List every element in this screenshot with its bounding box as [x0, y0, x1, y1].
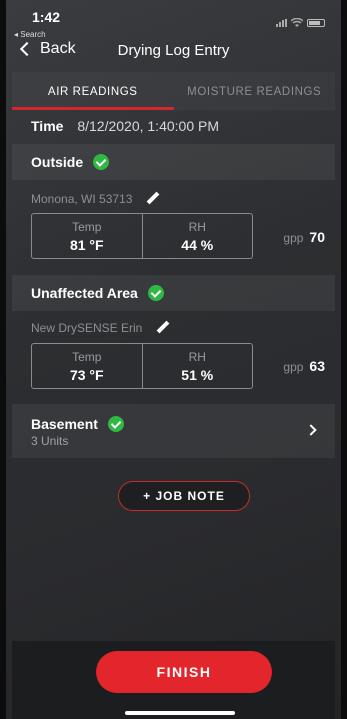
outside-section-header: Outside [12, 144, 335, 180]
pencil-icon[interactable] [146, 192, 160, 206]
outside-temp-cell[interactable]: Temp 81 °F [32, 214, 142, 258]
unaffected-gpp: gpp 63 [283, 358, 325, 374]
gpp-label: gpp [283, 231, 304, 245]
outside-reading-box[interactable]: Temp 81 °F RH 44 % [31, 213, 253, 259]
basement-title-row: Basement [31, 416, 316, 432]
unaffected-device-row: New DrySENSE Erin [31, 321, 170, 335]
unaffected-title: Unaffected Area [31, 285, 138, 301]
tab-air-readings[interactable]: AIR READINGS [12, 72, 174, 110]
tab-moisture-readings[interactable]: MOISTURE READINGS [174, 72, 336, 109]
check-circle-icon [93, 154, 110, 170]
temp-label: Temp [72, 220, 102, 234]
status-time: 1:42 [32, 9, 61, 25]
outside-device-row: Monona, WI 53713 [31, 192, 160, 206]
battery-icon [307, 19, 325, 27]
time-value: 8/12/2020, 1:40:00 PM [77, 118, 219, 134]
time-row: Time 8/12/2020, 1:40:00 PM [31, 118, 219, 134]
unaffected-rh-cell[interactable]: RH 51 % [141, 344, 253, 388]
basement-row[interactable]: Basement 3 Units [12, 404, 335, 458]
nav-bar: Back Drying Log Entry [12, 36, 335, 66]
wifi-icon [291, 18, 303, 27]
rh-label: RH [188, 350, 206, 364]
gpp-value: 63 [309, 358, 325, 374]
finish-button[interactable]: FINISH [96, 651, 272, 693]
status-icons [276, 18, 325, 28]
outside-gpp: gpp 70 [283, 229, 325, 245]
unaffected-device-name: New DrySENSE Erin [31, 321, 143, 335]
footer-bar: FINISH [12, 641, 335, 719]
tab-bar: AIR READINGS MOISTURE READINGS [12, 72, 335, 110]
unaffected-temp-cell[interactable]: Temp 73 °F [32, 344, 142, 388]
home-indicator [125, 711, 235, 715]
status-bar: 1:42 [12, 0, 335, 30]
job-note-button[interactable]: + JOB NOTE [118, 481, 250, 511]
signal-icon [276, 19, 287, 27]
rh-value: 51 % [181, 367, 214, 383]
unaffected-reading-box[interactable]: Temp 73 °F RH 51 % [31, 343, 253, 389]
unaffected-section-header: Unaffected Area [12, 275, 335, 311]
basement-title: Basement [31, 416, 98, 432]
gpp-label: gpp [283, 360, 304, 374]
rh-label: RH [188, 220, 206, 234]
temp-value: 73 °F [69, 367, 104, 383]
temp-label: Temp [72, 350, 102, 364]
outside-device-name: Monona, WI 53713 [31, 192, 133, 206]
check-circle-icon [107, 416, 124, 432]
gpp-value: 70 [309, 229, 325, 245]
outside-title: Outside [31, 154, 84, 170]
page-title: Drying Log Entry [117, 42, 230, 59]
outside-rh-cell[interactable]: RH 44 % [141, 214, 253, 258]
check-circle-icon [147, 285, 164, 301]
time-label: Time [31, 118, 64, 134]
rh-value: 44 % [181, 237, 214, 253]
app-screen: 1:42 ◂ Search Back Drying Log Entry AIR … [0, 0, 347, 719]
basement-units: 3 Units [31, 434, 69, 448]
pencil-icon[interactable] [156, 321, 170, 335]
temp-value: 81 °F [69, 237, 104, 253]
